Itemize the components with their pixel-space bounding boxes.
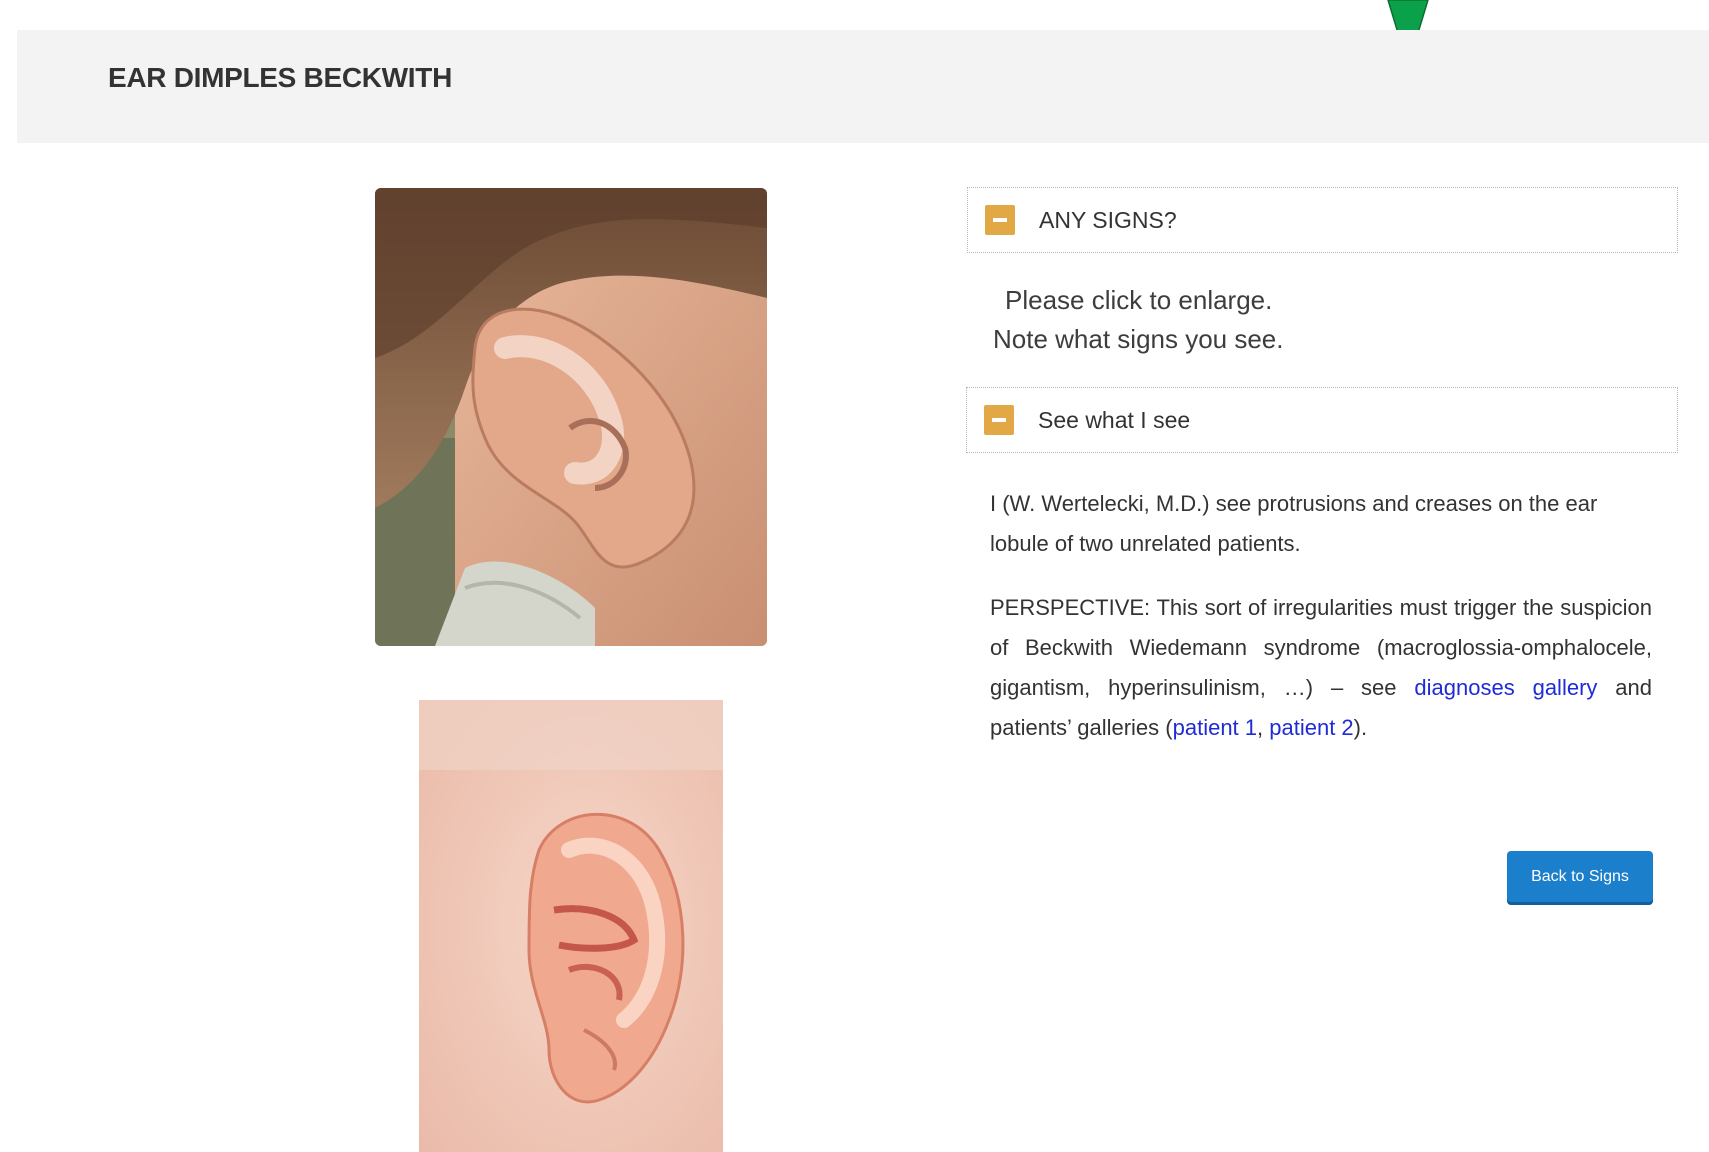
- perspective-text-suffix: ).: [1353, 715, 1368, 740]
- patient-2-link[interactable]: patient 2: [1269, 715, 1353, 740]
- ear-image-2: [419, 700, 723, 1152]
- accordion-see-what-label: See what I see: [1038, 407, 1191, 433]
- back-to-signs-button[interactable]: Back to Signs: [1507, 851, 1653, 902]
- ear-photo-2[interactable]: [419, 700, 723, 1152]
- observation-paragraph: I (W. Wertelecki, M.D.) see protrusions …: [990, 491, 1598, 556]
- accordion-any-signs[interactable]: ANY SIGNS?: [967, 187, 1678, 253]
- perspective-paragraph: PERSPECTIVE: This sort of irregularities…: [990, 588, 1652, 748]
- ear-photo-1[interactable]: [375, 188, 767, 646]
- diagnoses-gallery-link[interactable]: diagnoses gallery: [1414, 675, 1597, 700]
- prompt-enlarge: Please click to enlarge.: [1005, 285, 1273, 315]
- minus-icon: [985, 205, 1015, 235]
- link-separator: ,: [1257, 715, 1270, 740]
- accordion-see-what-i-see[interactable]: See what I see: [966, 387, 1678, 453]
- minus-icon: [984, 405, 1014, 435]
- patient-1-link[interactable]: patient 1: [1173, 715, 1257, 740]
- ear-image-1: [375, 188, 767, 646]
- accordion-any-signs-label: ANY SIGNS?: [1039, 207, 1177, 233]
- page-title: EAR DIMPLES BECKWITH: [108, 62, 453, 93]
- prompt-note-signs: Note what signs you see.: [993, 324, 1284, 354]
